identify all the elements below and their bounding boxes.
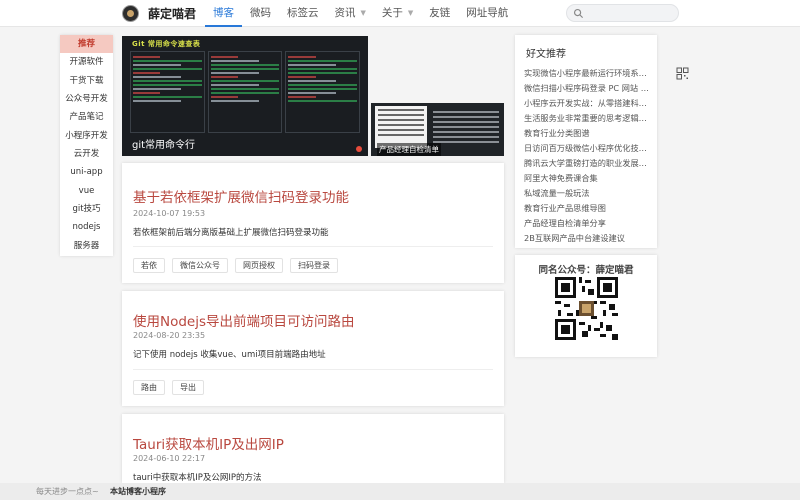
sidebar-item-server[interactable]: 服务器 [60, 237, 113, 255]
sidebar-item-uni-app[interactable]: uni-app [60, 163, 113, 181]
footer-bar: 每天进步一点点~ 本站博客小程序 [0, 483, 800, 500]
tag-list: 路由 导出 [133, 380, 211, 395]
nav-item-label: 博客 [213, 7, 234, 19]
qrcode-title: 同名公众号：薛定喵君 [538, 265, 634, 276]
sidebar-item-vue[interactable]: vue [60, 182, 113, 200]
main-nav: 博客 微码 标签云 资讯 ▼ 关于 ▼ 友链 网址导航 [205, 0, 516, 27]
tag[interactable]: 路由 [133, 380, 165, 395]
divider [133, 246, 493, 247]
article-card: 使用Nodejs导出前端项目可访问路由 2024-08-20 23:35 记下使… [122, 291, 504, 406]
sidebar-item-nodejs[interactable]: nodejs [60, 218, 113, 236]
site-name[interactable]: 薛定喵君 [148, 5, 196, 22]
list-item[interactable]: 2B互联网产品中台建设建议 [524, 231, 651, 246]
footer-miniprogram-link[interactable]: 本站博客小程序 [110, 486, 166, 497]
thumb-caption: 产品经理自检清单 [377, 143, 441, 156]
list-item[interactable]: 腾讯云大学重磅打造的职业发展学... [524, 156, 651, 171]
nav-item-news[interactable]: 资讯 ▼ [327, 0, 374, 27]
article-date: 2024-10-07 19:53 [133, 209, 206, 218]
list-item[interactable]: 生活服务业非常重要的思考逻辑和... [524, 111, 651, 126]
nav-item-friend-links[interactable]: 友链 [421, 0, 458, 27]
list-item[interactable]: 微信扫描小程序码登录 PC 网站 D... [524, 81, 651, 96]
tag[interactable]: 扫码登录 [290, 258, 338, 273]
sidebar-item-open-source[interactable]: 开源软件 [60, 53, 113, 71]
list-item[interactable]: 小程序云开发实战：从零搭建科技... [524, 96, 651, 111]
caret-down-icon: ▼ [407, 9, 414, 17]
tag[interactable]: 微信公众号 [172, 258, 228, 273]
carousel-caption: git常用命令行 [132, 140, 196, 151]
list-item[interactable]: 产品经理自检清单分享 [524, 216, 651, 231]
avatar-logo[interactable] [122, 5, 139, 22]
tag[interactable]: 网页授权 [235, 258, 283, 273]
article-title[interactable]: 使用Nodejs导出前端项目可访问路由 [133, 310, 355, 330]
qrcode-icon[interactable] [676, 67, 689, 80]
sidebar-item-downloads[interactable]: 干货下载 [60, 72, 113, 90]
recommended-list: 实现微信小程序最新运行环境系列... 微信扫描小程序码登录 PC 网站 D...… [524, 66, 651, 246]
article-summary: 记下使用 nodejs 收集vue、umi项目前端路由地址 [133, 350, 326, 360]
nav-item-label: 网址导航 [466, 7, 509, 19]
panel-title: 好文推荐 [526, 49, 566, 60]
carousel-main-slide[interactable]: Git 常用命令速查表 git常用命令行 [122, 36, 368, 156]
qrcode-panel: 同名公众号：薛定喵君 [515, 255, 657, 357]
sidebar-item-recommend[interactable]: 推荐 [60, 35, 113, 54]
article-date: 2024-08-20 23:35 [133, 331, 206, 340]
article-card: 基于若依框架扩展微信扫码登录功能 2024-10-07 19:53 若依框架前后… [122, 163, 504, 283]
nav-item-label: 微码 [250, 7, 271, 19]
nav-item-label: 关于 [381, 7, 403, 19]
list-item[interactable]: 私域流量一般玩法 [524, 186, 651, 201]
tag[interactable]: 若依 [133, 258, 165, 273]
list-item[interactable]: 教育行业产品思维导图 [524, 201, 651, 216]
checklist-image [375, 106, 427, 148]
sidebar-item-wechat-dev[interactable]: 公众号开发 [60, 90, 113, 108]
nav-item-label: 友链 [429, 7, 451, 19]
nav-item-site-nav[interactable]: 网址导航 [458, 0, 516, 27]
search-box[interactable] [566, 4, 679, 22]
carousel-dot-1[interactable] [356, 146, 362, 152]
article-title[interactable]: Tauri获取本机IP及出网IP [133, 433, 284, 453]
article-summary: tauri中获取本机IP及公网IP的方法 [133, 473, 262, 483]
article-title[interactable]: 基于若依框架扩展微信扫码登录功能 [133, 186, 349, 206]
sidebar-item-cloud-dev[interactable]: 云开发 [60, 145, 113, 163]
nav-item-label: 资讯 [334, 7, 356, 19]
search-icon[interactable] [573, 8, 584, 19]
sidebar-item-git[interactable]: git技巧 [60, 200, 113, 218]
carousel-image-heading: Git 常用命令速查表 [132, 40, 201, 48]
footer-slogan: 每天进步一点点~ [36, 487, 99, 496]
cheatsheet-image [130, 51, 360, 133]
search-input[interactable] [587, 6, 672, 20]
nav-item-micro-code[interactable]: 微码 [242, 0, 279, 27]
qrcode-image [555, 277, 618, 340]
article-card: Tauri获取本机IP及出网IP 2024-06-10 22:17 tauri中… [122, 414, 504, 483]
sidebar-item-product-notes[interactable]: 产品笔记 [60, 108, 113, 126]
top-navbar: 薛定喵君 博客 微码 标签云 资讯 ▼ 关于 ▼ 友链 网址导航 [0, 0, 800, 27]
list-item[interactable]: 教育行业分类图谱 [524, 126, 651, 141]
tag[interactable]: 导出 [172, 380, 204, 395]
nav-item-blog[interactable]: 博客 [205, 0, 242, 27]
list-item[interactable]: 实现微信小程序最新运行环境系列... [524, 66, 651, 81]
carousel-thumb-slide[interactable]: 产品经理自检清单 [371, 103, 504, 156]
article-date: 2024-06-10 22:17 [133, 454, 206, 463]
nav-item-tag-cloud[interactable]: 标签云 [279, 0, 327, 27]
sidebar-item-miniprogram[interactable]: 小程序开发 [60, 127, 113, 145]
recommended-panel: 好文推荐 实现微信小程序最新运行环境系列... 微信扫描小程序码登录 PC 网站… [515, 35, 657, 248]
nav-item-about[interactable]: 关于 ▼ [374, 0, 421, 27]
article-summary: 若依框架前后端分离版基础上扩展微信扫码登录功能 [133, 228, 329, 238]
caret-down-icon: ▼ [360, 9, 366, 17]
list-item[interactable]: 阿里大神免费课合集 [524, 171, 651, 186]
divider [133, 369, 493, 370]
tag-list: 若依 微信公众号 网页授权 扫码登录 [133, 258, 345, 273]
nav-item-label: 标签云 [287, 7, 319, 19]
checklist-rows [433, 108, 499, 146]
category-sidebar: 推荐 开源软件 干货下载 公众号开发 产品笔记 小程序开发 云开发 uni-ap… [60, 35, 113, 256]
list-item[interactable]: 日访问百万级微信小程序优化技巧... [524, 141, 651, 156]
